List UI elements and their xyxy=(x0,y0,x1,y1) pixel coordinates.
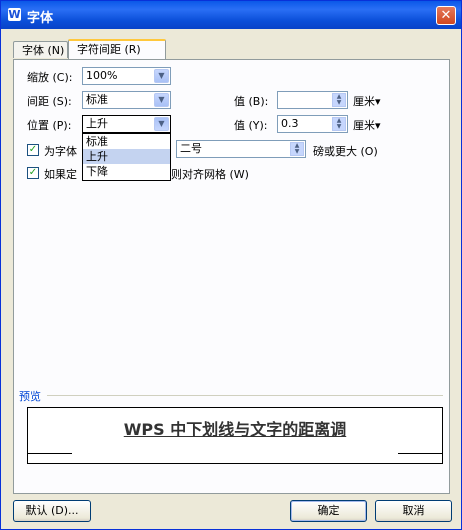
scale-value: 100% xyxy=(86,69,118,82)
spin-arrows-icon[interactable]: ▲ ▼ xyxy=(332,117,346,131)
spacing-combobox[interactable]: 标准 ▼ xyxy=(82,91,171,109)
spin-arrows-icon[interactable]: ▲ ▼ xyxy=(332,93,346,107)
snap-to-grid-suffix: 则对齐网格 (W) xyxy=(171,168,249,181)
ok-button[interactable]: 确定 xyxy=(290,500,367,522)
window-title: 字体 xyxy=(27,11,54,26)
chevron-down-icon[interactable]: ▼ xyxy=(154,117,169,131)
close-button[interactable]: ✕ xyxy=(436,6,456,25)
position-combobox[interactable]: 上升 ▼ xyxy=(82,115,171,133)
title-bar[interactable]: W 字体 ✕ xyxy=(1,1,461,29)
value-b-label: 值 (B): xyxy=(234,95,269,108)
kerning-suffix: 磅或更大 (O) xyxy=(313,145,378,158)
spin-arrows-icon[interactable]: ▲ ▼ xyxy=(290,142,304,156)
scale-label: 缩放 (C): xyxy=(27,71,73,84)
chevron-down-icon[interactable]: ▼ xyxy=(154,93,169,107)
spacing-value: 标准 xyxy=(86,93,108,106)
kerning-label: 为字体 xyxy=(44,145,77,158)
font-dialog: W 字体 ✕ 字体 (N) 字符间距 (R) 缩放 (C): 100% ▼ 间距… xyxy=(0,0,462,530)
position-label: 位置 (P): xyxy=(27,119,72,132)
preview-baseline-right xyxy=(398,453,442,454)
snap-to-grid-label: 如果定 xyxy=(44,168,77,181)
value-b-unit[interactable]: 厘米▾ xyxy=(353,93,381,109)
scale-combobox[interactable]: 100% ▼ xyxy=(82,67,171,85)
preview-box: WPS 中下划线与文字的距离调 xyxy=(27,407,443,464)
position-dropdown-list: 标准 上升 下降 xyxy=(82,133,171,181)
cancel-button[interactable]: 取消 xyxy=(375,500,452,522)
value-y-spinner[interactable]: 0.3 ▲ ▼ xyxy=(277,115,348,133)
position-option-standard[interactable]: 标准 xyxy=(83,134,170,149)
preview-baseline-left xyxy=(28,453,72,454)
value-y-value: 0.3 xyxy=(281,117,299,130)
value-b-spinner[interactable]: ▲ ▼ xyxy=(277,91,348,109)
value-y-unit[interactable]: 厘米▾ xyxy=(353,117,381,133)
wps-app-icon: W xyxy=(8,8,21,21)
kerning-checkbox[interactable]: ✓ xyxy=(27,144,39,156)
tab-character-spacing[interactable]: 字符间距 (R) xyxy=(68,39,166,59)
checkmark-icon: ✓ xyxy=(28,144,38,155)
kerning-size-combobox[interactable]: 二号 ▲ ▼ xyxy=(176,140,306,158)
position-option-lowered[interactable]: 下降 xyxy=(83,164,170,179)
tab-font[interactable]: 字体 (N) xyxy=(13,41,68,58)
preview-divider xyxy=(47,395,443,396)
kerning-size-value: 二号 xyxy=(180,142,202,155)
value-y-label: 值 (Y): xyxy=(234,119,268,132)
position-option-raised[interactable]: 上升 xyxy=(83,149,170,164)
preview-label: 预览 xyxy=(19,390,41,403)
snap-to-grid-checkbox[interactable]: ✓ xyxy=(27,167,39,179)
checkmark-icon: ✓ xyxy=(28,167,38,178)
default-button[interactable]: 默认 (D)... xyxy=(13,500,91,522)
close-icon: ✕ xyxy=(440,8,452,23)
position-value: 上升 xyxy=(86,117,108,130)
chevron-down-icon[interactable]: ▼ xyxy=(154,69,169,83)
spacing-label: 间距 (S): xyxy=(27,95,72,108)
preview-text: WPS 中下划线与文字的距离调 xyxy=(123,420,347,439)
